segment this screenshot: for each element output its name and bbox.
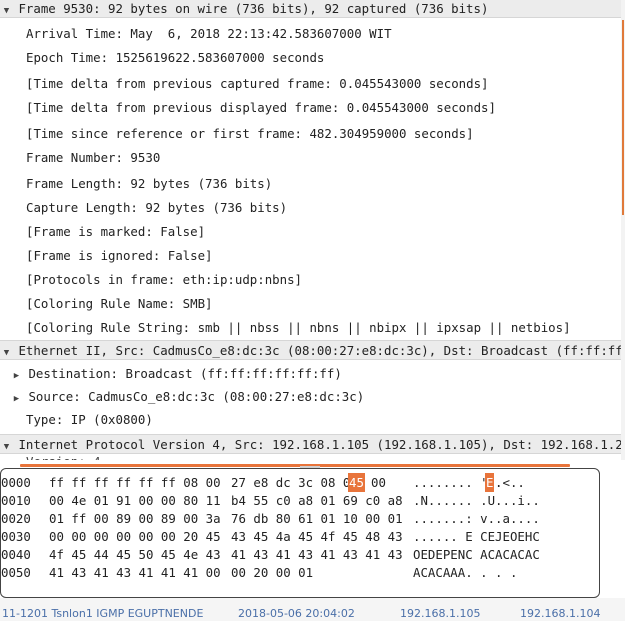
ascii-dump: .N...... .U...i.. bbox=[413, 493, 540, 508]
tree-field-row[interactable]: ▶ Source: CadmusCo_e8:dc:3c (08:00:27:e8… bbox=[0, 387, 625, 407]
collapsed-triangle-icon[interactable]: ▶ bbox=[12, 389, 21, 407]
hex-offset: 0030 bbox=[1, 529, 31, 544]
tree-field-row[interactable]: Capture Length: 92 bytes (736 bits) bbox=[0, 198, 625, 218]
expanded-triangle-icon[interactable]: ▼ bbox=[2, 1, 11, 17]
tree-row-label: Internet Protocol Version 4, Src: 192.16… bbox=[18, 437, 625, 452]
ascii-selected-char: E bbox=[485, 473, 495, 492]
hex-bytes-second-half: b4 55 c0 a8 01 69 c0 a8 bbox=[231, 493, 403, 508]
tree-field-row[interactable]: [Frame is ignored: False] bbox=[0, 246, 625, 266]
tree-field-row[interactable]: Epoch Time: 1525619622.583607000 seconds bbox=[0, 48, 625, 68]
tree-row-label: Ethernet II, Src: CadmusCo_e8:dc:3c (08:… bbox=[18, 343, 625, 358]
hex-bytes-tail: 00 bbox=[371, 475, 386, 490]
tree-row-label: Destination: Broadcast (ff:ff:ff:ff:ff:f… bbox=[28, 366, 342, 381]
tree-field-row[interactable]: Arrival Time: May 6, 2018 22:13:42.58360… bbox=[0, 24, 625, 44]
collapsed-triangle-icon[interactable]: ▶ bbox=[12, 366, 21, 384]
packet-list-cell-source: 192.168.1.105 bbox=[400, 607, 481, 620]
scrollbar-marker bbox=[622, 20, 624, 215]
packet-list-cell-destination: 192.168.1.104 bbox=[520, 607, 601, 620]
hex-bytes-second-half: 27 e8 dc 3c 08 00 bbox=[231, 475, 358, 490]
hex-bytes-first-half: 01 ff 00 89 00 89 00 3a bbox=[49, 511, 221, 526]
hex-bytes-second-half: 00 20 00 01 bbox=[231, 565, 314, 580]
ascii-dump: ........ '..<.. bbox=[413, 475, 525, 490]
tree-row-label: [Coloring Rule String: smb || nbss || nb… bbox=[26, 320, 571, 335]
tree-row-label: [Time delta from previous captured frame… bbox=[26, 76, 489, 91]
tree-field-row[interactable]: [Coloring Rule String: smb || nbss || nb… bbox=[0, 318, 625, 338]
tree-field-row[interactable]: ▶ Destination: Broadcast (ff:ff:ff:ff:ff… bbox=[0, 364, 625, 384]
field-highlight-bar bbox=[20, 464, 570, 467]
tree-section-header[interactable]: ▼ Ethernet II, Src: CadmusCo_e8:dc:3c (0… bbox=[0, 340, 625, 360]
ascii-dump-tail: . bbox=[495, 475, 503, 490]
hex-bytes-first-half: 00 4e 01 91 00 00 80 11 bbox=[49, 493, 221, 508]
ascii-dump: ACACAAA. . . . bbox=[413, 565, 518, 580]
tree-row-label: [Coloring Rule Name: SMB] bbox=[26, 296, 213, 311]
tree-field-row[interactable]: Frame Length: 92 bytes (736 bits) bbox=[0, 174, 625, 194]
hex-selected-byte: 45 bbox=[348, 473, 365, 492]
tree-field-row[interactable]: [Time since reference or first frame: 48… bbox=[0, 124, 625, 144]
ascii-dump: .......: v..a.... bbox=[413, 511, 540, 526]
hex-bytes-first-half: ff ff ff ff ff ff 08 00 bbox=[49, 475, 221, 490]
tree-field-row[interactable]: [Protocols in frame: eth:ip:udp:nbns] bbox=[0, 270, 625, 290]
hex-bytes-second-half: 76 db 80 61 01 10 00 01 bbox=[231, 511, 403, 526]
packet-bytes-pane: 0000 ff ff ff ff ff ff 08 00 27 e8 dc 3c 0… bbox=[0, 468, 600, 598]
tree-field-row[interactable]: [Coloring Rule Name: SMB] bbox=[0, 294, 625, 314]
tree-row-label: Source: CadmusCo_e8:dc:3c (08:00:27:e8:d… bbox=[28, 389, 365, 404]
tree-field-row[interactable]: [Time delta from previous displayed fram… bbox=[0, 98, 625, 118]
hex-offset: 0010 bbox=[1, 493, 31, 508]
hex-offset: 0000 bbox=[1, 475, 31, 490]
tree-row-label: Epoch Time: 1525619622.583607000 seconds bbox=[26, 50, 325, 65]
tree-row-label: [Protocols in frame: eth:ip:udp:nbns] bbox=[26, 272, 303, 287]
tree-field-row[interactable]: [Frame is marked: False] bbox=[0, 222, 625, 242]
tree-row-label: [Frame is marked: False] bbox=[26, 224, 206, 239]
tree-field-row[interactable]: Version: 4 bbox=[0, 452, 625, 460]
packet-list-strip[interactable]: 11-1201 Tsnlon1 IGMP EGUPTNENDE 2018-05-… bbox=[0, 598, 625, 621]
tree-row-label: Version: 4 bbox=[26, 454, 101, 460]
tree-field-row[interactable]: [Time delta from previous captured frame… bbox=[0, 74, 625, 94]
hex-bytes-first-half: 41 43 41 43 41 41 41 00 bbox=[49, 565, 221, 580]
hex-bytes-first-half: 4f 45 44 45 50 45 4e 43 bbox=[49, 547, 221, 562]
hex-offset: 0020 bbox=[1, 511, 31, 526]
hex-offset: 0050 bbox=[1, 565, 31, 580]
packet-list-cell-info: 11-1201 Tsnlon1 IGMP EGUPTNENDE bbox=[2, 607, 204, 620]
tree-field-row[interactable]: Type: IP (0x0800) bbox=[0, 410, 625, 430]
hex-bytes-second-half: 41 43 41 43 41 43 41 43 bbox=[231, 547, 403, 562]
hex-bytes-first-half: 00 00 00 00 00 00 20 45 bbox=[49, 529, 221, 544]
tree-section-header[interactable]: ▼ Internet Protocol Version 4, Src: 192.… bbox=[0, 434, 625, 454]
tree-row-label: [Time delta from previous displayed fram… bbox=[26, 100, 496, 115]
tree-row-label: Frame Length: 92 bytes (736 bits) bbox=[26, 176, 273, 191]
packet-list-cell-time: 2018-05-06 20:04:02 bbox=[238, 607, 355, 620]
tree-field-row[interactable]: Frame Number: 9530 bbox=[0, 148, 625, 168]
tree-row-label: Arrival Time: May 6, 2018 22:13:42.58360… bbox=[26, 26, 392, 41]
tree-row-label: Type: IP (0x0800) bbox=[26, 412, 153, 427]
packet-details-tree: ▼ Frame 9530: 92 bytes on wire (736 bits… bbox=[0, 0, 625, 460]
tree-section-header[interactable]: ▼ Frame 9530: 92 bytes on wire (736 bits… bbox=[0, 0, 625, 18]
tree-row-label: Frame 9530: 92 bytes on wire (736 bits),… bbox=[18, 1, 489, 16]
tree-row-label: [Frame is ignored: False] bbox=[26, 248, 213, 263]
tree-row-label: [Time since reference or first frame: 48… bbox=[26, 126, 474, 141]
tree-row-label: Frame Number: 9530 bbox=[26, 150, 161, 165]
ascii-dump: OEDEPENC ACACACAC bbox=[413, 547, 540, 562]
expanded-triangle-icon[interactable]: ▼ bbox=[2, 343, 11, 359]
hex-offset: 0040 bbox=[1, 547, 31, 562]
hex-bytes-second-half: 43 45 4a 45 4f 45 48 43 bbox=[231, 529, 403, 544]
tree-row-label: Capture Length: 92 bytes (736 bits) bbox=[26, 200, 288, 215]
ascii-dump: ...... E CEJEOEHC bbox=[413, 529, 540, 544]
